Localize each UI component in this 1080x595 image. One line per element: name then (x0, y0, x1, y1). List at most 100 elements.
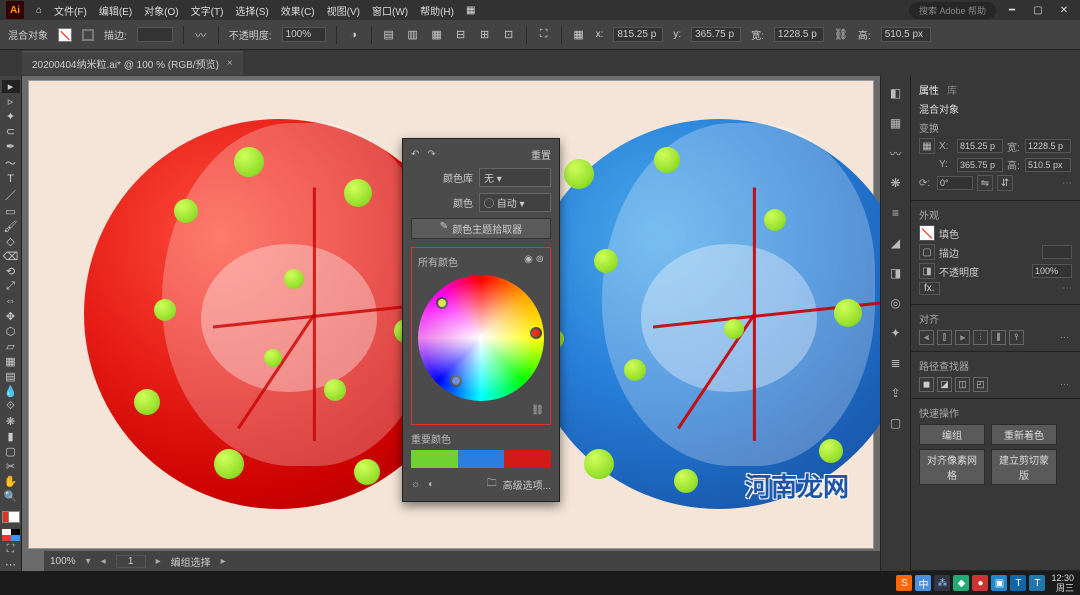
window-close-icon[interactable]: ✕ (1054, 5, 1074, 16)
chevron-right-icon[interactable]: ▸ (221, 556, 226, 567)
type-tool[interactable]: T (2, 173, 20, 185)
anchor-icon[interactable]: ▦ (572, 28, 586, 42)
brightness-icon[interactable]: ☼ (411, 479, 420, 490)
artboard-number[interactable]: 1 (116, 555, 146, 568)
shape-builder-tool[interactable]: ⬡ (2, 325, 20, 338)
pen-tool[interactable]: ✒ (2, 140, 20, 153)
prominent-color-swatches[interactable] (411, 450, 551, 468)
menu-object[interactable]: 对象(O) (144, 3, 178, 18)
menu-select[interactable]: 选择(S) (235, 3, 268, 18)
gradient-panel-icon[interactable]: ◢ (887, 234, 905, 252)
brush-tool[interactable]: 🖌 (2, 220, 20, 233)
menu-effect[interactable]: 效果(C) (281, 3, 315, 18)
opacity-input[interactable] (282, 27, 326, 42)
fill-swatch-icon[interactable] (58, 28, 72, 42)
wheel-handle[interactable] (450, 375, 462, 387)
free-transform-tool[interactable]: ✥ (2, 310, 20, 323)
ctrl-x-input[interactable] (613, 27, 663, 42)
taskbar-clock[interactable]: 12:30 周三 (1051, 573, 1074, 593)
symbol-tool[interactable]: ❋ (2, 415, 20, 428)
swatches-panel-icon[interactable]: ▦ (887, 114, 905, 132)
align-bottom-icon[interactable]: ⫯ (1009, 330, 1024, 345)
recolor-icon[interactable]: ◑ (347, 28, 361, 42)
ctrl-y-input[interactable] (691, 27, 741, 42)
wheel-mode-icon[interactable]: ◉ (524, 254, 533, 265)
more-options-icon[interactable]: ⋯ (1057, 377, 1072, 392)
rotate-input[interactable] (937, 176, 973, 190)
stroke-weight-input[interactable] (1042, 245, 1072, 259)
color-panel-icon[interactable]: ◧ (887, 84, 905, 102)
shaper-tool[interactable]: ◇ (2, 235, 20, 248)
btn-expand[interactable]: 建立剪切蒙版 (991, 449, 1057, 485)
align-icon[interactable]: ▦ (430, 28, 444, 42)
advanced-options-button[interactable]: 高级选项... (503, 477, 551, 492)
layers-panel-icon[interactable]: ≣ (887, 354, 905, 372)
zoom-tool[interactable]: 🔍 (2, 490, 20, 503)
slice-tool[interactable]: ✂ (2, 460, 20, 473)
artboard-tool[interactable]: ▢ (2, 445, 20, 458)
home-icon[interactable]: ⌂ (36, 5, 42, 16)
screen-mode-icon[interactable]: ⛶ (2, 543, 20, 556)
link-colors-icon[interactable]: ⛓ (531, 405, 544, 416)
color-theme-picker-button[interactable]: ✎ 颜色主题拾取器 (411, 218, 551, 239)
fill-swatch[interactable] (919, 225, 935, 241)
line-tool[interactable]: ／ (2, 187, 20, 203)
more-options-icon[interactable]: ⋯ (1057, 330, 1072, 345)
blend-tool[interactable]: ⟐ (2, 400, 20, 413)
selection-tool[interactable]: ▸ (2, 80, 20, 93)
rectangle-tool[interactable]: ▭ (2, 205, 20, 218)
lasso-tool[interactable]: ⊂ (2, 125, 20, 138)
tab-properties[interactable]: 属性 (919, 82, 939, 97)
align-icon[interactable]: ⊞ (478, 28, 492, 42)
btn-recolor[interactable]: 重新着色 (991, 424, 1057, 445)
tab-libraries[interactable]: 库 (947, 82, 957, 97)
tray-icon[interactable]: ▣ (991, 575, 1007, 591)
flip-v-icon[interactable]: ⇵ (997, 175, 1013, 191)
align-top-icon[interactable]: ⫶ (973, 330, 988, 345)
more-options-icon[interactable]: ⋯ (1062, 178, 1072, 189)
colors-select[interactable]: ◯ 自动 ▾ (479, 193, 551, 212)
wheel-handle[interactable] (530, 327, 542, 339)
menu-help[interactable]: 帮助(H) (420, 3, 454, 18)
align-hcenter-icon[interactable]: ⫿ (937, 330, 952, 345)
wheel-handle[interactable] (436, 297, 448, 309)
pf-exclude-icon[interactable]: ◰ (973, 377, 988, 392)
document-tab[interactable]: 20200404纳米粒.ai* @ 100 % (RGB/预览) × (22, 51, 243, 75)
align-vcenter-icon[interactable]: ⫼ (991, 330, 1006, 345)
artboard-next-icon[interactable]: ▸ (156, 556, 161, 567)
redo-icon[interactable]: ↷ (427, 149, 435, 160)
chevron-down-icon[interactable]: ▾ (86, 556, 91, 567)
rotate-tool[interactable]: ⟲ (2, 265, 20, 278)
tray-icon[interactable]: ◆ (953, 575, 969, 591)
scale-tool[interactable]: ⤢ (2, 280, 20, 293)
tray-icon[interactable]: 中 (915, 575, 931, 591)
wheel-center-handle[interactable] (476, 333, 486, 343)
transparency-panel-icon[interactable]: ◨ (887, 264, 905, 282)
gradient-tool[interactable]: ▤ (2, 370, 20, 383)
width-tool[interactable]: ⇔ (2, 295, 20, 307)
btn-pixel[interactable]: 对齐像素网格 (919, 449, 985, 485)
folder-icon[interactable]: 🗀 (487, 476, 497, 493)
magic-wand-tool[interactable]: ✦ (2, 110, 20, 123)
direct-select-tool[interactable]: ▹ (2, 95, 20, 108)
fill-stroke-swatch[interactable] (2, 511, 20, 523)
brushes-panel-icon[interactable]: 〰 (887, 144, 905, 162)
wheel-mode-icon[interactable]: ⊚ (536, 254, 544, 265)
edit-toolbar-icon[interactable]: ⋯ (2, 558, 20, 571)
ctrl-w-input[interactable] (774, 27, 824, 42)
pf-minus-icon[interactable]: ◪ (937, 377, 952, 392)
more-options-icon[interactable]: ⋯ (1062, 283, 1072, 294)
stroke-swatch-icon[interactable] (82, 29, 94, 41)
search-input[interactable]: 搜索 Adobe 帮助 (909, 2, 996, 19)
align-icon[interactable]: ▥ (406, 28, 420, 42)
graph-tool[interactable]: ▮ (2, 430, 20, 443)
transform-x-input[interactable] (957, 139, 1003, 153)
close-icon[interactable]: × (227, 58, 233, 69)
tray-icon[interactable]: S (896, 575, 912, 591)
opacity-input-right[interactable] (1032, 264, 1072, 278)
opacity-icon[interactable]: ◨ (919, 263, 935, 279)
stroke-swatch[interactable]: ▢ (919, 244, 935, 260)
menu-file[interactable]: 文件(F) (54, 3, 87, 18)
curvature-tool[interactable]: 〜 (2, 155, 20, 171)
link-wh-icon[interactable]: ⛓ (834, 28, 848, 42)
